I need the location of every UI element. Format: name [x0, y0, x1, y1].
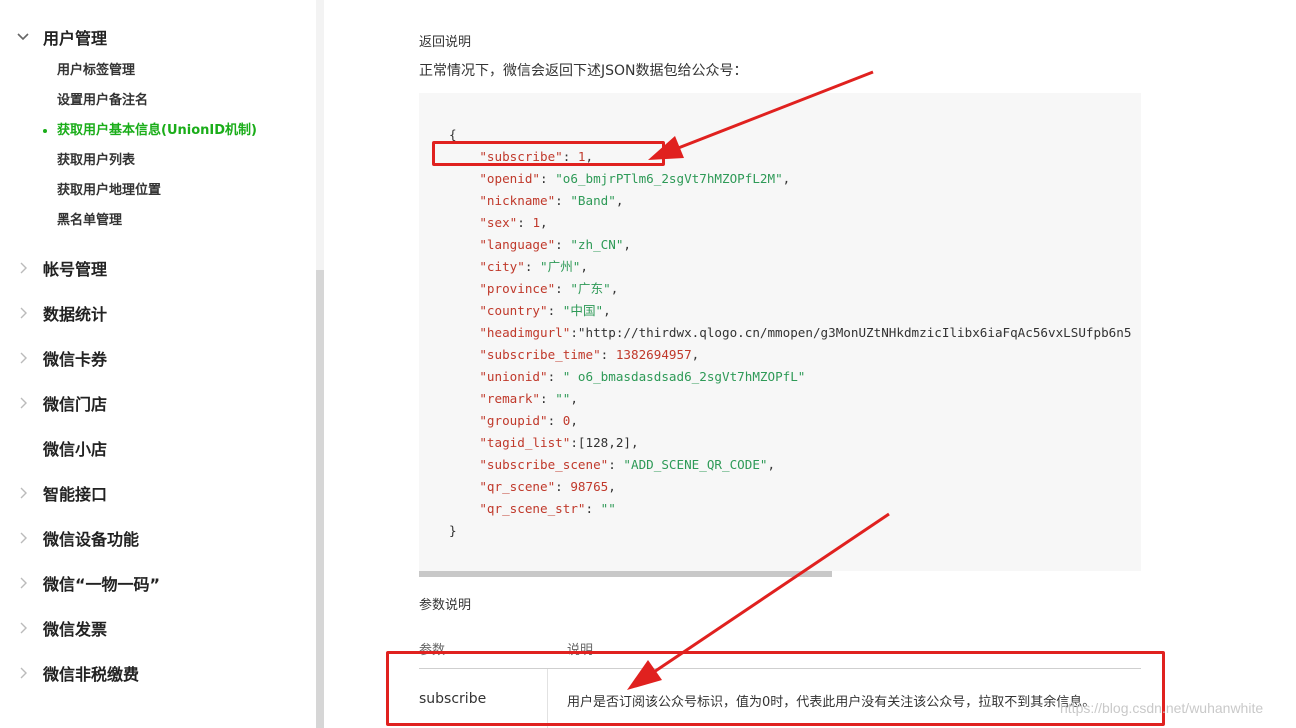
sidebar: 用户管理 用户标签管理 设置用户备注名 获取用户基本信息(UnionID机制) …	[0, 0, 316, 728]
chevron-down-icon	[17, 33, 29, 41]
sidebar-group-user-management[interactable]: 用户管理	[0, 22, 300, 52]
code-line: "subscribe_scene": "ADD_SCENE_QR_CODE",	[479, 457, 776, 472]
return-section-title: 返回说明	[419, 35, 472, 50]
chevron-right-icon	[20, 532, 27, 544]
sidebar-group-stores[interactable]: 微信门店	[0, 388, 300, 418]
code-line: "province": "广东",	[479, 281, 619, 296]
sidebar-group-one-code[interactable]: 微信“一物一码”	[0, 568, 300, 598]
sidebar-item-user-info[interactable]: 获取用户基本信息(UnionID机制)	[43, 121, 257, 141]
param-section-title: 参数说明	[419, 598, 472, 613]
sidebar-group-label: 微信小店	[43, 440, 108, 459]
sidebar-group-shop[interactable]: 微信小店	[0, 433, 300, 463]
sidebar-group-account[interactable]: 帐号管理	[0, 253, 300, 283]
sidebar-group-label: 微信门店	[43, 395, 108, 414]
chevron-right-icon	[20, 487, 27, 499]
chevron-right-icon	[20, 667, 27, 679]
sidebar-group-cards[interactable]: 微信卡券	[0, 343, 300, 373]
code-line: "qr_scene_str": ""	[479, 501, 616, 516]
sidebar-group-label: 微信非税缴费	[43, 665, 140, 684]
sidebar-item-label: 获取用户基本信息(UnionID机制)	[57, 123, 257, 138]
code-line: "groupid": 0,	[479, 413, 578, 428]
highlight-box-table-row	[386, 651, 1165, 726]
chevron-right-icon	[20, 307, 27, 319]
sidebar-item-user-tags[interactable]: 用户标签管理	[57, 61, 135, 81]
code-line: "remark": "",	[479, 391, 578, 406]
sidebar-item-user-remark[interactable]: 设置用户备注名	[57, 91, 148, 111]
chevron-right-icon	[20, 262, 27, 274]
code-line: "subscribe_time": 1382694957,	[479, 347, 700, 362]
sidebar-group-label: 数据统计	[43, 305, 108, 324]
sidebar-group-stats[interactable]: 数据统计	[0, 298, 300, 328]
chevron-right-icon	[20, 352, 27, 364]
sidebar-group-label: 微信设备功能	[43, 530, 140, 549]
watermark: https://blog.csdn.net/wuhanwhite	[1060, 700, 1264, 716]
sidebar-group-label: 微信“一物一码”	[43, 575, 161, 594]
code-line: }	[449, 523, 457, 538]
sidebar-scrollbar-thumb[interactable]	[316, 270, 324, 728]
json-code: { "subscribe": 1, "openid": "o6_bmjrPTlm…	[449, 124, 1131, 542]
chevron-right-icon	[20, 397, 27, 409]
sidebar-group-label: 用户管理	[43, 29, 108, 48]
code-line: "nickname": "Band",	[479, 193, 624, 208]
sidebar-group-nontax[interactable]: 微信非税缴费	[0, 658, 300, 688]
code-line: "city": "广州",	[479, 259, 588, 274]
code-line: "language": "zh_CN",	[479, 237, 632, 252]
code-line: "openid": "o6_bmjrPTlm6_2sgVt7hMZOPfL2M"…	[479, 171, 791, 186]
code-line: "tagid_list":[128,2],	[479, 435, 639, 450]
code-line: "unionid": " o6_bmasdasdsad6_2sgVt7hMZOP…	[479, 369, 806, 384]
code-horizontal-scrollbar[interactable]	[419, 571, 832, 577]
chevron-right-icon	[20, 622, 27, 634]
sidebar-group-invoice[interactable]: 微信发票	[0, 613, 300, 643]
sidebar-group-label: 帐号管理	[43, 260, 108, 279]
sidebar-group-devices[interactable]: 微信设备功能	[0, 523, 300, 553]
code-line: "headimgurl":"http://thirdwx.qlogo.cn/mm…	[479, 325, 1132, 340]
code-line: "country": "中国",	[479, 303, 611, 318]
sidebar-group-label: 微信发票	[43, 620, 108, 639]
sidebar-group-label: 智能接口	[43, 485, 108, 504]
sidebar-item-user-list[interactable]: 获取用户列表	[57, 151, 135, 171]
return-section-desc: 正常情况下，微信会返回下述JSON数据包给公众号：	[419, 63, 748, 79]
active-dot-icon	[43, 129, 47, 133]
code-line: "sex": 1,	[479, 215, 548, 230]
chevron-right-icon	[20, 577, 27, 589]
code-line: "qr_scene": 98765,	[479, 479, 616, 494]
sidebar-group-smart-api[interactable]: 智能接口	[0, 478, 300, 508]
highlight-box-subscribe	[432, 141, 665, 166]
sidebar-group-label: 微信卡券	[43, 350, 108, 369]
sidebar-item-blacklist[interactable]: 黑名单管理	[57, 211, 122, 231]
sidebar-item-user-location[interactable]: 获取用户地理位置	[57, 181, 161, 201]
